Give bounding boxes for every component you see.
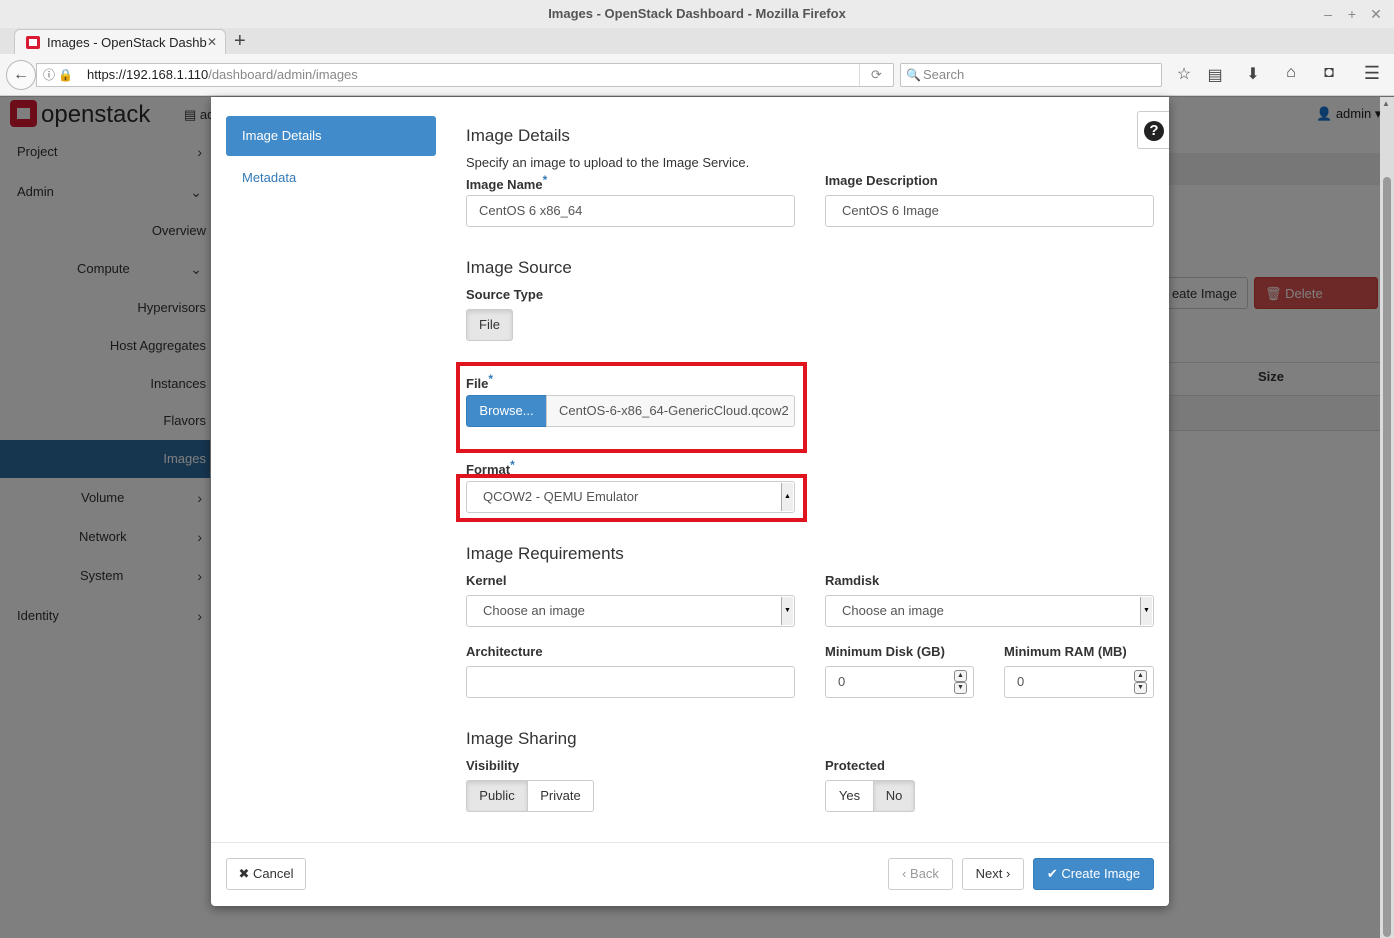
architecture-label: Architecture xyxy=(466,644,543,659)
scroll-up-icon[interactable]: ▲ xyxy=(1382,99,1390,108)
protected-label: Protected xyxy=(825,758,885,773)
section-title-sharing: Image Sharing xyxy=(466,729,577,748)
image-name-label: Image Name* xyxy=(466,173,548,192)
browse-button[interactable]: Browse... xyxy=(466,395,547,427)
section-title-source: Image Source xyxy=(466,258,572,277)
tab-close-icon[interactable]: ✕ xyxy=(207,30,217,55)
min-disk-label: Minimum Disk (GB) xyxy=(825,644,945,659)
source-type-file-button[interactable]: File xyxy=(466,309,513,341)
image-name-input[interactable]: CentOS 6 x86_64 xyxy=(466,195,795,227)
create-image-dialog: Image Details Metadata ? Image Details S… xyxy=(211,97,1169,906)
file-name-field[interactable]: CentOS-6-x86_64-GenericCloud.qcow2 xyxy=(546,395,795,427)
next-button[interactable]: Next › xyxy=(962,858,1024,890)
dropdown-arrow-icon: ▼ xyxy=(781,597,793,625)
home-icon[interactable]: ⌂ xyxy=(1281,64,1301,82)
section-title-requirements: Image Requirements xyxy=(466,544,624,563)
protected-no-button[interactable]: No xyxy=(873,780,915,812)
tab-metadata[interactable]: Metadata xyxy=(226,158,436,198)
openstack-favicon-icon xyxy=(26,36,40,49)
source-type-label: Source Type xyxy=(466,287,544,302)
protected-yes-button[interactable]: Yes xyxy=(825,780,874,812)
section-title-details: Image Details xyxy=(466,126,570,145)
cancel-button[interactable]: ✖ Cancel xyxy=(226,858,306,890)
search-input[interactable]: 🔍 Search xyxy=(900,63,1162,87)
downloads-icon[interactable]: ⬇ xyxy=(1243,64,1263,84)
format-label: Format* xyxy=(466,458,515,477)
dropdown-arrow-icon: ▲ xyxy=(781,483,793,511)
url-text: https://192.168.1.110/dashboard/admin/im… xyxy=(87,67,358,82)
back-arrow-icon: ← xyxy=(13,66,29,83)
scrollbar-thumb[interactable] xyxy=(1383,177,1391,937)
reading-list-icon[interactable]: ▤ xyxy=(1205,65,1225,85)
image-description-label: Image Description xyxy=(825,173,938,188)
visibility-private-button[interactable]: Private xyxy=(527,780,594,812)
tab-image-details[interactable]: Image Details xyxy=(226,116,436,156)
image-description-input[interactable]: CentOS 6 Image xyxy=(825,195,1154,227)
format-select[interactable]: QCOW2 - QEMU Emulator ▲ xyxy=(466,481,795,513)
min-disk-input[interactable]: 0 ▲ ▼ xyxy=(825,666,974,698)
dropdown-arrow-icon: ▼ xyxy=(1140,597,1152,625)
kernel-select[interactable]: Choose an image ▼ xyxy=(466,595,795,627)
visibility-public-button[interactable]: Public xyxy=(466,780,528,812)
navigation-toolbar: ⓘ 🔒 https://192.168.1.110/dashboard/admi… xyxy=(0,54,1394,96)
window-title: Images - OpenStack Dashboard - Mozilla F… xyxy=(0,0,1394,28)
visibility-label: Visibility xyxy=(466,758,520,773)
kernel-label: Kernel xyxy=(466,573,507,588)
architecture-input[interactable] xyxy=(466,666,795,698)
ramdisk-select[interactable]: Choose an image ▼ xyxy=(825,595,1154,627)
menu-icon[interactable]: ☰ xyxy=(1362,63,1382,84)
reload-icon[interactable]: ⟳ xyxy=(859,64,893,86)
spinner-icon[interactable]: ▲ ▼ xyxy=(1134,670,1147,695)
site-info-icon[interactable]: ⓘ 🔒 xyxy=(43,64,73,86)
url-bar[interactable]: ⓘ 🔒 https://192.168.1.110/dashboard/admi… xyxy=(36,63,894,87)
maximize-button[interactable]: + xyxy=(1340,0,1364,28)
pocket-icon[interactable]: ◘ xyxy=(1319,64,1339,82)
wizard-nav: Image Details Metadata xyxy=(226,116,436,200)
ramdisk-label: Ramdisk xyxy=(825,573,880,588)
footer-divider xyxy=(211,842,1169,843)
spinner-icon[interactable]: ▲ ▼ xyxy=(954,670,967,695)
help-button[interactable]: ? xyxy=(1137,111,1169,149)
minimize-button[interactable]: – xyxy=(1316,0,1340,28)
min-ram-label: Minimum RAM (MB) xyxy=(1004,644,1127,659)
tab-title: Images - OpenStack Dashb xyxy=(47,35,207,50)
min-ram-input[interactable]: 0 ▲ ▼ xyxy=(1004,666,1154,698)
back-button[interactable]: ← xyxy=(6,60,36,90)
search-icon: 🔍 xyxy=(906,68,921,82)
bookmark-star-icon[interactable]: ☆ xyxy=(1174,64,1194,84)
page-scrollbar[interactable]: ▲ xyxy=(1380,97,1394,938)
back-wizard-button[interactable]: ‹ Back xyxy=(888,858,953,890)
new-tab-button[interactable]: + xyxy=(234,28,246,54)
question-icon: ? xyxy=(1144,121,1164,141)
details-intro: Specify an image to upload to the Image … xyxy=(466,155,750,170)
browser-tab[interactable]: Images - OpenStack Dashb ✕ xyxy=(14,29,226,56)
close-window-button[interactable]: ✕ xyxy=(1364,0,1388,28)
file-label: File* xyxy=(466,372,494,391)
create-image-submit-button[interactable]: ✔ Create Image xyxy=(1033,858,1154,890)
